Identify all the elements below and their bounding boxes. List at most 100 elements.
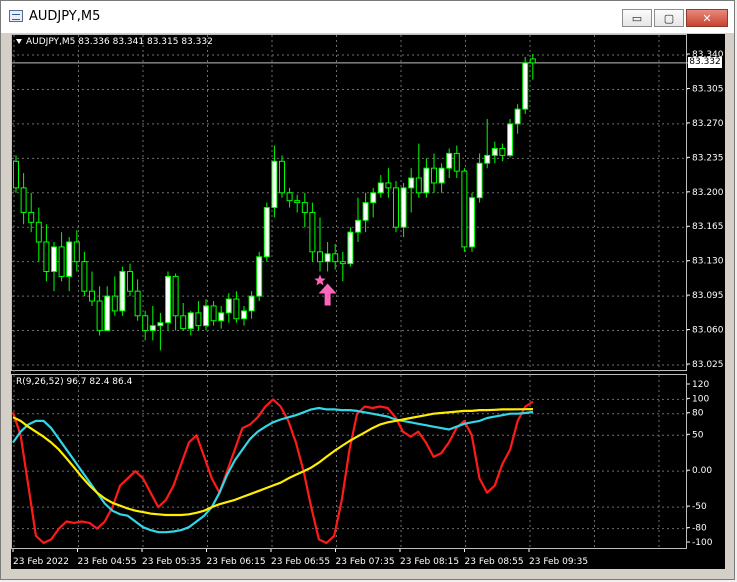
window-controls: ▭ ▢ ✕	[622, 9, 728, 27]
price-axis[interactable]: 83.340 83.305 83.270 83.235 83.200 83.165 83.1…	[687, 34, 725, 371]
price-tick-label: 83.270	[692, 119, 724, 129]
time-tick-label: 23 Feb 08:55	[465, 557, 524, 567]
candle-body	[225, 298, 232, 314]
candle-body	[165, 275, 171, 324]
candle-body	[187, 312, 194, 330]
price-tick-label: 83.235	[692, 153, 724, 163]
candle-body	[408, 177, 415, 189]
candle-body	[461, 170, 468, 248]
indicator-tick-label: 0.00	[692, 466, 712, 476]
indicator-axis-svg: 120 100 80 50 0.00 -50 -80 -100	[687, 380, 713, 548]
minimize-button[interactable]: ▭	[622, 9, 652, 27]
candle-body	[35, 221, 42, 243]
candle-body	[377, 182, 384, 194]
indicator-series-slow	[12, 408, 534, 517]
candle-body	[484, 154, 491, 164]
candle-body	[423, 167, 430, 194]
indicator-pane[interactable]: R(9,26,52) 96.7 82.4 86.4	[11, 374, 688, 550]
price-chart-svg	[12, 35, 688, 372]
candle-body	[248, 295, 255, 312]
price-tick-label: 83.095	[692, 291, 724, 301]
current-price-label: 83.332	[688, 56, 722, 68]
chart-canvas[interactable]: AUDJPY,M5 83.336 83.341 83.315 83.332 83…	[11, 34, 725, 569]
time-tick-label: 23 Feb 2022	[13, 557, 69, 567]
close-button[interactable]: ✕	[686, 9, 728, 27]
time-tick-label: 23 Feb 06:15	[207, 557, 266, 567]
time-tick-label: 23 Feb 04:55	[78, 557, 137, 567]
candle-body	[66, 241, 73, 277]
candle-body	[514, 108, 521, 125]
candle-body	[157, 322, 164, 327]
time-tick-label: 23 Feb 09:35	[529, 557, 588, 567]
candle-body	[149, 325, 156, 332]
indicator-pane-label: R(9,26,52) 96.7 82.4 86.4	[16, 377, 133, 387]
candle-body	[370, 192, 377, 204]
candle-body	[73, 241, 80, 263]
indicator-series-mid	[12, 406, 534, 534]
candle-body	[58, 246, 65, 277]
candle-body	[476, 162, 483, 199]
time-axis-svg: 23 Feb 2022 23 Feb 04:55 23 Feb 05:35 23 Fe…	[12, 549, 588, 567]
candle-body	[28, 211, 35, 223]
indicator-axis[interactable]: 120 100 80 50 0.00 -50 -80 -100	[687, 374, 725, 549]
candle-body	[324, 253, 331, 263]
candle-body	[522, 62, 529, 110]
price-tick-label: 83.130	[692, 257, 724, 267]
indicator-tick-label: 120	[692, 380, 709, 390]
candle-body	[286, 192, 293, 202]
candle-body	[339, 261, 346, 265]
candle-body	[89, 290, 95, 302]
window-title: AUDJPY,M5	[29, 9, 101, 24]
candle-body	[271, 160, 278, 209]
maximize-button[interactable]: ▢	[654, 9, 684, 27]
candle-body	[301, 202, 308, 213]
time-tick-label: 23 Feb 08:15	[400, 557, 459, 567]
indicator-tick-label: -50	[692, 502, 707, 512]
candle-body	[294, 200, 301, 204]
candle-body	[241, 310, 247, 320]
candle-body	[400, 187, 407, 228]
price-pane[interactable]: AUDJPY,M5 83.336 83.341 83.315 83.332	[11, 34, 688, 372]
candle-body	[210, 305, 217, 322]
candle-body	[233, 298, 240, 320]
time-axis[interactable]: 23 Feb 2022 23 Feb 04:55 23 Feb 05:35 23 Fe…	[11, 549, 725, 569]
candle-body	[446, 152, 453, 169]
title-bar[interactable]: AUDJPY,M5 ▭ ▢ ✕	[1, 1, 734, 33]
minimize-icon: ▭	[631, 11, 643, 25]
candle-body	[203, 305, 209, 327]
time-tick-label: 23 Feb 07:35	[336, 557, 395, 567]
candle-body	[507, 123, 513, 156]
candle-body	[96, 300, 103, 332]
candle-body	[317, 251, 323, 263]
candle-body	[134, 290, 141, 317]
time-tick-label: 23 Feb 06:55	[271, 557, 330, 567]
candle-body	[142, 315, 149, 332]
candle-body	[20, 187, 27, 213]
indicator-tick-label: -100	[692, 538, 713, 548]
price-tick-label: 83.060	[692, 326, 724, 336]
price-axis-svg: 83.34083.30583.27083.23583.20083.16583.1…	[687, 50, 724, 370]
indicator-tick-label: 100	[692, 394, 709, 404]
chart-app-icon	[9, 10, 23, 22]
candle-body	[393, 187, 399, 228]
candle-body	[385, 182, 392, 189]
candle-body	[431, 167, 437, 184]
candle-body	[263, 207, 270, 258]
indicator-tick-label: 80	[692, 409, 704, 419]
candle-body	[309, 211, 316, 253]
candle-body	[51, 246, 57, 273]
candle-body	[43, 241, 50, 273]
price-tick-label: 83.200	[692, 188, 724, 198]
price-tick-label: 83.165	[692, 222, 724, 232]
collapse-triangle-icon[interactable]	[16, 39, 22, 44]
candle-body	[529, 58, 536, 64]
maximize-icon: ▢	[663, 11, 675, 25]
candle-body	[218, 312, 225, 322]
candle-body	[499, 147, 506, 156]
candle-body	[332, 253, 339, 263]
candle-body	[347, 231, 354, 265]
candle-body	[13, 160, 19, 189]
candle-body	[172, 275, 179, 317]
chart-window: AUDJPY,M5 ▭ ▢ ✕ AUDJPY,M5 83.336 83.341 …	[0, 0, 735, 580]
candle-body	[127, 271, 133, 292]
